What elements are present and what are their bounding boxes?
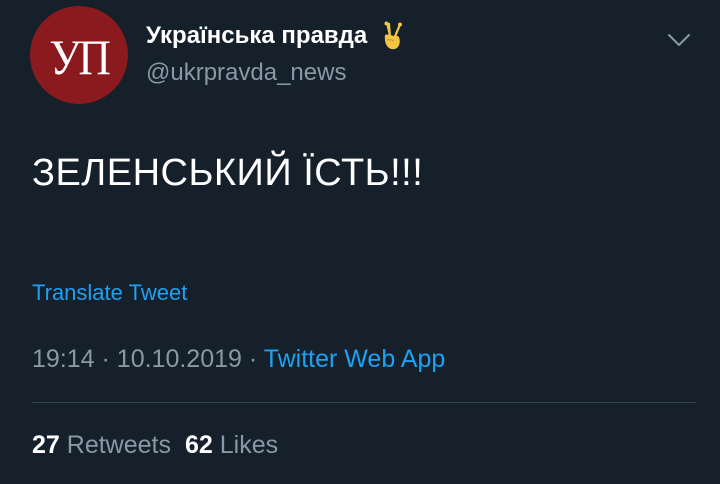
account-handle[interactable]: @ukrpravda_news <box>146 58 346 88</box>
avatar-logo-text: УП <box>49 29 112 85</box>
likes-label: Likes <box>219 431 279 459</box>
chevron-down-icon[interactable] <box>664 28 694 52</box>
divider <box>32 402 696 403</box>
retweets-label: Retweets <box>66 431 171 459</box>
likes-stat[interactable]: 62 Likes <box>185 431 278 459</box>
translate-tweet-link[interactable]: Translate Tweet <box>32 278 187 308</box>
retweets-stat[interactable]: 27 Retweets <box>32 431 171 459</box>
meta-separator: · <box>248 345 258 373</box>
likes-count: 62 <box>184 431 213 459</box>
tweet-time[interactable]: 19:14 <box>32 345 95 373</box>
tweet-source-link[interactable]: Twitter Web App <box>264 345 446 373</box>
victory-hand-icon <box>384 21 403 50</box>
tweet-date[interactable]: 10.10.2019 <box>117 345 242 373</box>
display-name[interactable]: Українська правда <box>146 20 367 52</box>
tweet-meta: 19:14 · 10.10.2019 · Twitter Web App <box>32 342 445 376</box>
tweet-stats: 27 Retweets 62 Likes <box>32 428 278 462</box>
meta-separator: · <box>101 345 110 373</box>
account-name-row[interactable]: Українська правда <box>146 20 407 52</box>
retweets-count: 27 <box>32 431 60 459</box>
tweet-text: ЗЕЛЕНСЬКИЙ ЇСТЬ!!! <box>32 152 424 194</box>
avatar[interactable]: УП <box>30 6 128 104</box>
